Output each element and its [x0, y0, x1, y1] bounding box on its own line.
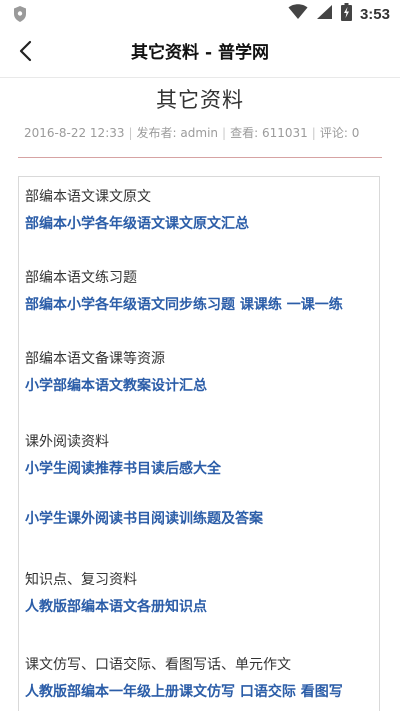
- back-button[interactable]: [10, 38, 40, 68]
- section-lesson-prep: 部编本语文备课等资源 小学部编本语文教案设计汇总: [25, 349, 379, 397]
- article-content: 其它资料 2016-8-22 12:33 | 发布者: admin | 查看: 6110…: [0, 78, 400, 711]
- section-heading: 部编本语文练习题: [25, 270, 137, 286]
- section-heading: 部编本语文课文原文: [25, 189, 151, 205]
- battery-icon: [340, 3, 352, 25]
- chevron-left-icon: [18, 40, 32, 66]
- meta-publisher: admin: [180, 126, 219, 140]
- section-heading: 课外阅读资料: [25, 434, 109, 450]
- meta-publisher-label: 发布者:: [136, 126, 177, 140]
- title-divider: [18, 157, 382, 158]
- wifi-icon: [288, 4, 308, 24]
- section-knowledge-review: 知识点、复习资料 人教版部编本语文各册知识点: [25, 570, 379, 618]
- meta-views-label: 查看:: [230, 126, 259, 140]
- meta-comments-label: 评论:: [319, 126, 348, 140]
- section-extra-reading: 课外阅读资料 小学生阅读推荐书目读后感大全 小学生课外阅读书目阅读训练题及答案: [25, 432, 379, 530]
- resource-link[interactable]: 小学生阅读推荐书目读后感大全: [25, 458, 379, 480]
- page-title: 其它资料 - 普学网: [131, 43, 269, 63]
- shield-icon: [10, 4, 30, 24]
- section-heading: 部编本语文备课等资源: [25, 351, 165, 367]
- status-bar: 3:53: [0, 0, 400, 28]
- meta-comments: 0: [351, 126, 360, 140]
- meta-views: 611031: [261, 126, 308, 140]
- section-writing: 课文仿写、口语交际、看图写话、单元作文 人教版部编本一年级上册课文仿写 口语交际…: [25, 655, 379, 703]
- meta-date: 2016-8-22 12:33: [24, 126, 125, 140]
- resource-link[interactable]: 部编本小学各年级语文同步练习题 课课练 一课一练: [25, 294, 379, 316]
- resource-link[interactable]: 部编本小学各年级语文课文原文汇总: [25, 213, 379, 235]
- resource-link[interactable]: 人教版部编本一年级上册课文仿写 口语交际 看图写: [25, 681, 379, 703]
- article-title: 其它资料: [156, 88, 244, 112]
- resource-link[interactable]: 人教版部编本语文各册知识点: [25, 596, 379, 618]
- signal-icon: [316, 4, 333, 24]
- app-header: 其它资料 - 普学网: [0, 28, 400, 78]
- section-exercises: 部编本语文练习题 部编本小学各年级语文同步练习题 课课练 一课一练: [25, 268, 379, 316]
- section-textbook-originals: 部编本语文课文原文 部编本小学各年级语文课文原文汇总: [25, 187, 379, 235]
- section-heading: 知识点、复习资料: [25, 572, 137, 588]
- status-time: 3:53: [359, 5, 390, 23]
- resource-link[interactable]: 小学生课外阅读书目阅读训练题及答案: [25, 508, 379, 530]
- section-heading: 课文仿写、口语交际、看图写话、单元作文: [25, 657, 291, 673]
- article-meta: 2016-8-22 12:33 | 发布者: admin | 查看: 611031 | 评论…: [24, 126, 360, 140]
- resource-list: 部编本语文课文原文 部编本小学各年级语文课文原文汇总 部编本语文练习题 部编本小…: [18, 176, 380, 711]
- resource-link[interactable]: 小学部编本语文教案设计汇总: [25, 375, 379, 397]
